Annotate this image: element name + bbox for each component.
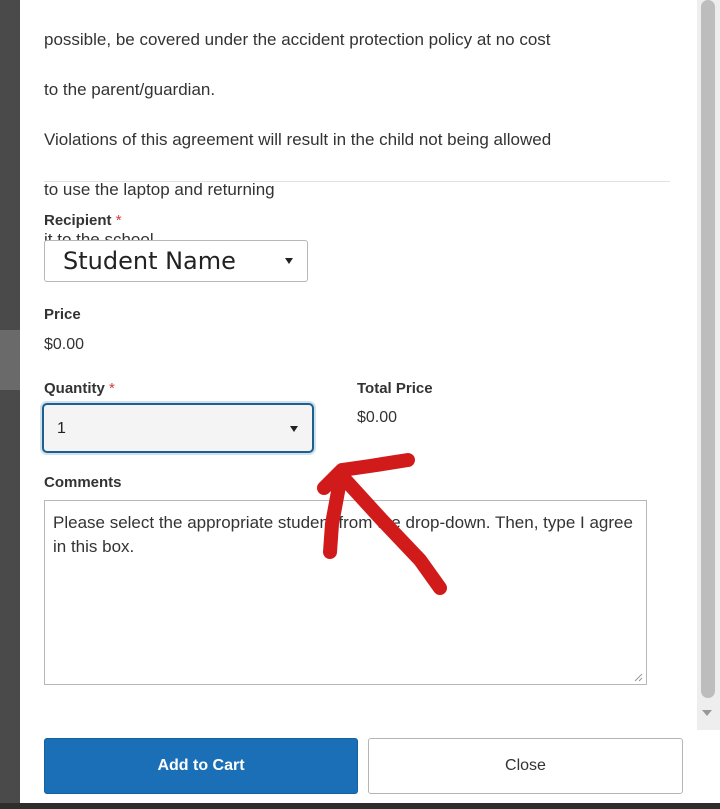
order-dialog: possible, be covered under the accident …	[0, 0, 720, 809]
scroll-down-arrow-icon[interactable]	[702, 710, 712, 716]
background-rail	[0, 0, 20, 809]
chevron-down-icon	[285, 258, 293, 264]
close-button[interactable]: Close	[368, 738, 683, 794]
recipient-label: Recipient *	[44, 212, 122, 229]
required-mark: *	[109, 380, 115, 397]
policy-line: possible, be covered under the accident …	[44, 30, 551, 49]
divider	[44, 181, 670, 182]
arrow-annotation-icon	[317, 453, 447, 595]
quantity-select[interactable]: 1	[42, 403, 314, 453]
resize-grip-icon[interactable]	[633, 672, 643, 682]
chevron-down-icon	[290, 426, 298, 432]
recipient-select[interactable]: Student Name	[44, 240, 308, 282]
required-mark: *	[115, 212, 122, 229]
quantity-selected-value: 1	[57, 420, 66, 437]
total-price-label: Total Price	[357, 380, 433, 397]
window-edge	[0, 803, 720, 809]
scrollbar-thumb[interactable]	[701, 0, 715, 698]
policy-line: Violations of this agreement will result…	[44, 130, 552, 149]
comments-label: Comments	[44, 474, 122, 491]
recipient-selected-value: Student Name	[63, 247, 236, 275]
policy-text: possible, be covered under the accident …	[44, 2, 684, 277]
quantity-label: Quantity *	[44, 380, 115, 397]
price-label: Price	[44, 306, 81, 323]
add-to-cart-button[interactable]: Add to Cart	[44, 738, 358, 794]
policy-line: to the parent/guardian.	[44, 80, 216, 99]
total-price-value: $0.00	[357, 409, 398, 426]
price-value: $0.00	[44, 336, 85, 353]
